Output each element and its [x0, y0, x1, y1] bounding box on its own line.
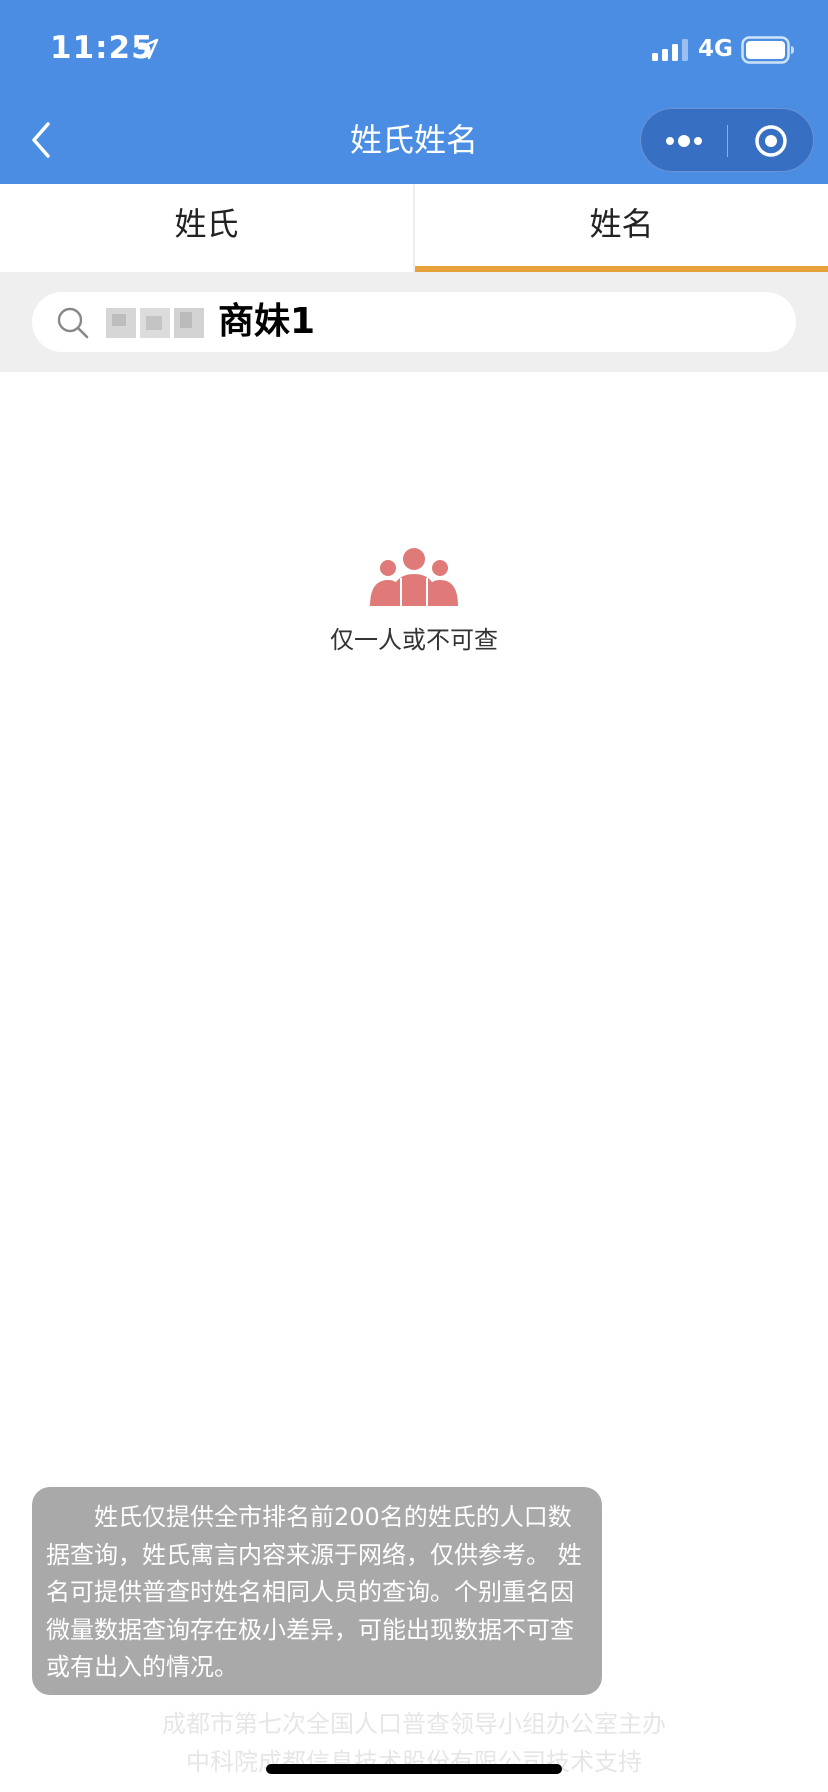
tab-surname[interactable]: 姓氏	[0, 184, 413, 272]
tab-bar: 姓氏 姓名	[0, 184, 828, 272]
more-dots-icon	[666, 135, 702, 147]
search-query: 商妹1	[218, 301, 316, 342]
location-arrow-icon	[137, 38, 159, 60]
page-title: 姓氏姓名	[349, 121, 478, 159]
credits-organizer: 成都市第七次全国人口普查领导小组办公室主办	[162, 1710, 666, 1738]
network-type: 4G	[698, 36, 733, 62]
page: 11:25 4G 姓氏姓名 姓氏 姓名 商妹1 仅一人或不可查 姓氏仅提供全市排…	[0, 0, 828, 1792]
signal-icon	[652, 39, 688, 61]
tab-fullname[interactable]: 姓名	[415, 184, 828, 272]
top-header: 11:25 4G 姓氏姓名	[0, 0, 828, 184]
search-icon	[57, 307, 89, 339]
empty-state-message: 仅一人或不可查	[330, 626, 498, 654]
credits-tech-support: 中科院成都信息技术股份有限公司技术支持	[186, 1748, 642, 1776]
disclaimer-notice: 姓氏仅提供全市排名前200名的姓氏的人口数据查询，姓氏寓言内容来源于网络，仅供参…	[32, 1487, 602, 1695]
target-close-icon	[755, 125, 787, 157]
search-area: 商妹1	[0, 272, 828, 372]
chevron-left-icon	[32, 122, 50, 158]
people-group-icon	[370, 548, 458, 606]
blurred-text	[106, 308, 204, 338]
more-button[interactable]	[641, 109, 727, 173]
battery-icon	[741, 36, 794, 64]
close-mini-program-button[interactable]	[728, 109, 814, 173]
search-input[interactable]: 商妹1	[32, 292, 796, 352]
back-button[interactable]	[26, 118, 56, 162]
home-indicator[interactable]	[266, 1764, 562, 1774]
mini-program-capsule	[640, 108, 814, 172]
